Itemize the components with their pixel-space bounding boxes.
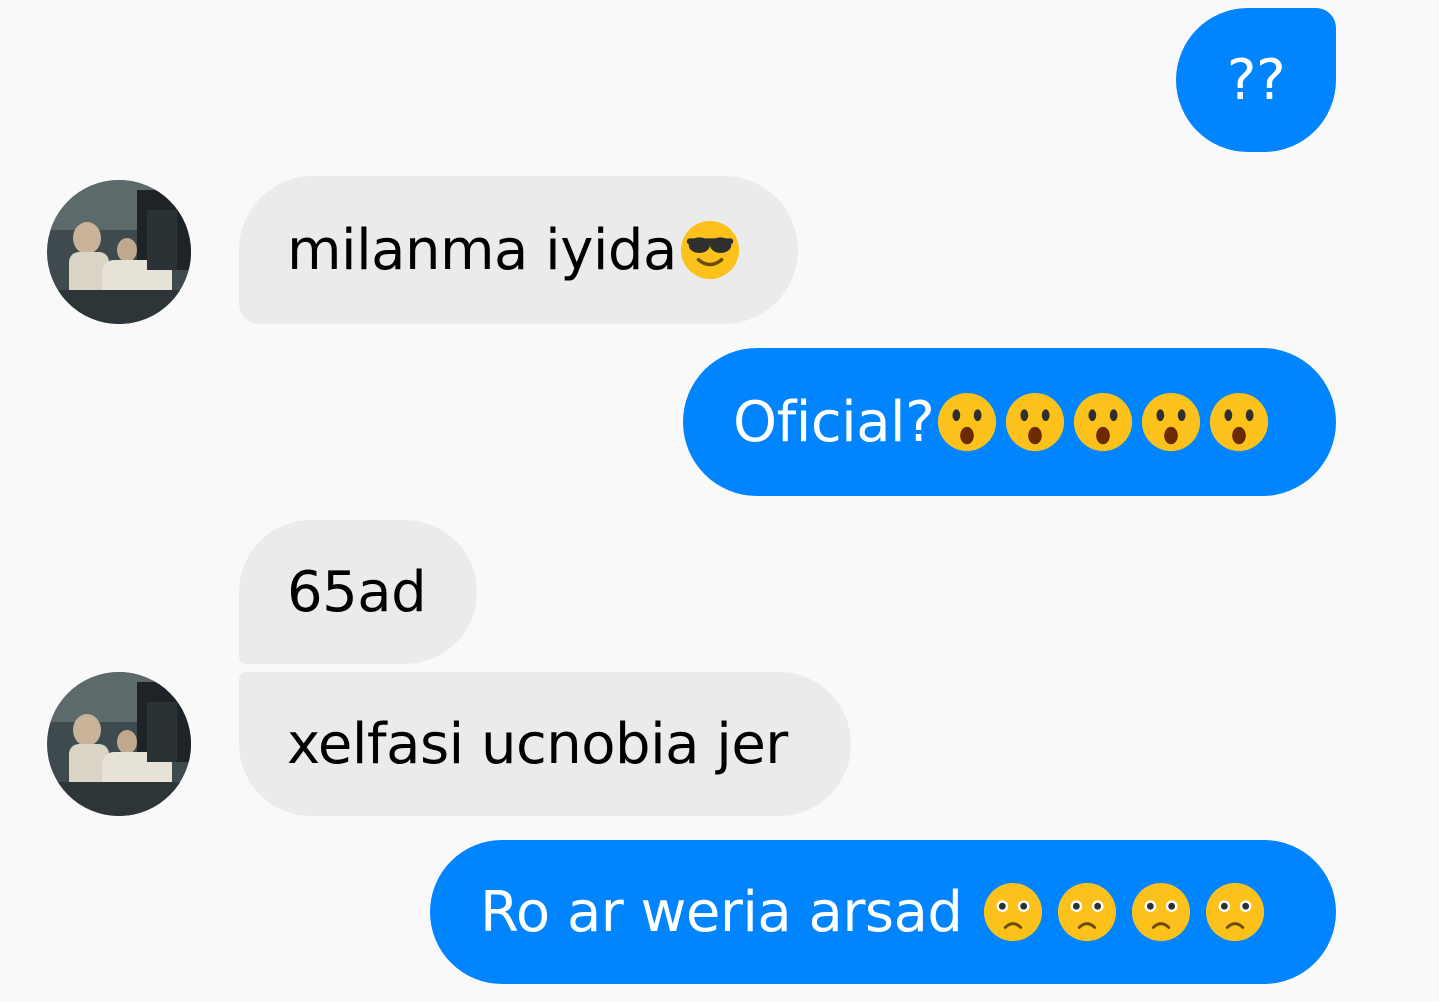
message-text: xelfasi ucnobia jer [287, 711, 788, 777]
frowning-emoji [1204, 881, 1266, 943]
astonished-emoji [936, 391, 998, 453]
message-text: ?? [1226, 47, 1286, 113]
message-bubble-incoming[interactable]: 65ad [239, 520, 477, 664]
message-text: Ro ar weria arsad [480, 879, 980, 945]
contact-avatar[interactable] [47, 180, 191, 324]
astonished-emoji [1140, 391, 1202, 453]
message-text: 65ad [287, 559, 427, 625]
astonished-emoji [1208, 391, 1270, 453]
astonished-emoji [1004, 391, 1066, 453]
message-bubble-outgoing[interactable]: Oficial? [683, 348, 1336, 496]
sunglasses-emoji [679, 219, 741, 281]
message-bubble-incoming[interactable]: xelfasi ucnobia jer [239, 672, 851, 816]
frowning-emoji [1130, 881, 1192, 943]
message-text: Oficial? [733, 389, 935, 455]
avatar-image [47, 672, 191, 816]
conversation-thread: ?? milanma iyida Oficial? 65ad xelfasi u… [0, 0, 1439, 1002]
message-text: milanma iyida [287, 217, 677, 283]
emoji-group [679, 219, 747, 281]
frowning-emoji [1056, 881, 1118, 943]
message-bubble-outgoing[interactable]: Ro ar weria arsad [430, 840, 1336, 984]
emoji-group [982, 881, 1272, 943]
astonished-emoji [1072, 391, 1134, 453]
emoji-group [936, 391, 1276, 453]
message-bubble-outgoing[interactable]: ?? [1176, 8, 1336, 152]
frowning-emoji [982, 881, 1044, 943]
avatar-image [47, 180, 191, 324]
contact-avatar[interactable] [47, 672, 191, 816]
message-bubble-incoming[interactable]: milanma iyida [239, 176, 798, 324]
